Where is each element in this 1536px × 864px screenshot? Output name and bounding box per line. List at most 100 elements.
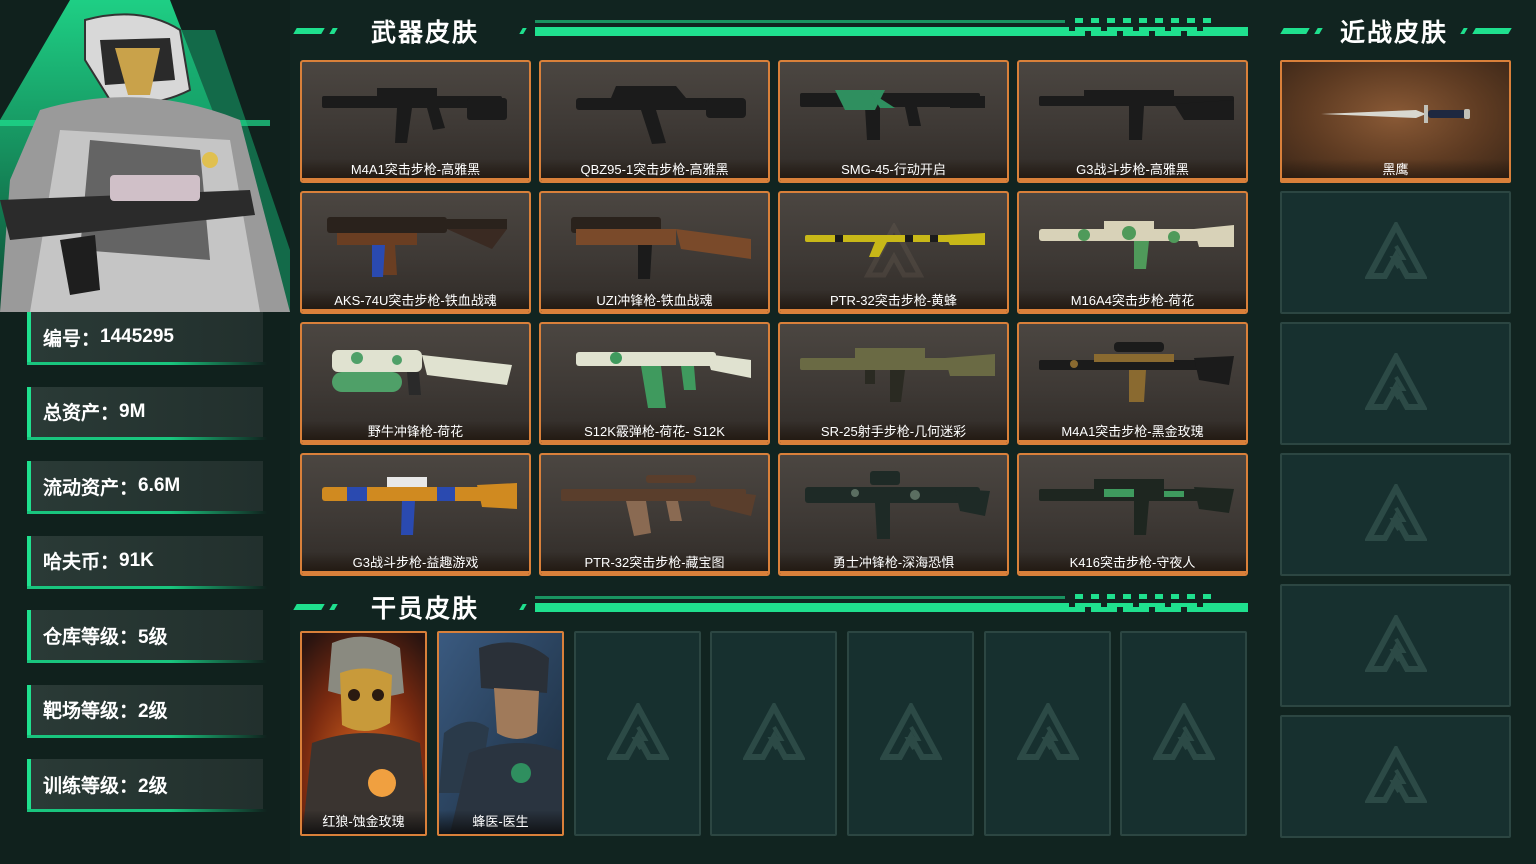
header-dash-decor [329,28,338,34]
weapon-skin-card[interactable]: 野牛冲锋枪-荷花 [300,322,531,445]
bullpup-rifle-icon [576,86,746,144]
checker-pattern-icon [1065,18,1248,36]
rifle-icon [1039,479,1234,535]
header-dash-decor [1280,28,1310,34]
stat-liquid-assets: 流动资产： 6.6M [27,461,267,514]
rarity-bar [541,571,768,574]
rarity-bar [1019,309,1246,312]
brand-logo-icon [1364,745,1427,803]
stat-range-level: 靶场等级： 2级 [27,684,267,738]
checker-pattern-icon [1065,594,1248,612]
rarity-bar [780,571,1007,574]
brand-logo-icon [1016,702,1079,760]
stat-label: 编号： [43,328,101,350]
profile-panel: 编号： 1445295 总资产： 9M 流动资产： 6.6M 哈夫币： 91K … [0,0,290,864]
brand-logo-icon [742,702,805,760]
stat-label: 靶场等级： [43,701,139,722]
weapon-skin-card[interactable]: M16A4突击步枪-荷花 [1017,191,1248,314]
weapon-skin-card[interactable]: AKS-74U突击步枪-铁血战魂 [300,191,531,314]
stat-label: 哈夫币： [43,552,120,573]
stat-value: 5级 [138,626,168,648]
weapon-skin-card[interactable]: K416突击步枪-守夜人 [1017,453,1248,576]
rarity-bar [302,440,529,443]
header-dash-decor [1460,28,1468,34]
smg-icon [805,471,990,539]
operator-skins-row: 红狼-蚀金玫瑰 蜂医-医生 [300,631,1248,836]
melee-skin-card[interactable]: 黑鹰 [1280,60,1511,183]
empty-melee-slot [1280,584,1511,707]
weapon-skin-card[interactable]: UZI冲锋枪-铁血战魂 [539,191,770,314]
weapon-skin-card[interactable]: PTR-32突击步枪-藏宝图 [539,453,770,576]
header-dash-decor [293,604,325,610]
uzi-icon [571,217,751,279]
header-dash-decor [519,28,527,34]
brand-logo-icon [1364,221,1427,279]
header-rail-decor [535,27,1065,36]
rarity-bar [1019,440,1246,443]
weapon-skin-card[interactable]: PTR-32突击步枪-黄蜂 [778,191,1009,314]
rarity-bar [780,178,1007,181]
weapon-skin-card[interactable]: QBZ95-1突击步枪-高雅黑 [539,60,770,183]
rarity-bar [780,440,1007,443]
brand-logo-icon [879,702,942,760]
player-avatar [0,0,290,312]
brand-logo-icon [1364,614,1427,672]
header-rail-decor [535,20,1065,23]
weapon-skins-header: 武器皮肤 [293,16,1248,47]
rarity-bar [1282,178,1509,181]
weapon-skin-card[interactable]: SMG-45-行动开启 [778,60,1009,183]
weapon-skin-card[interactable]: M4A1突击步枪-黑金玫瑰 [1017,322,1248,445]
stat-value: 91K [119,549,154,571]
empty-operator-slot [1120,631,1247,836]
operator-skin-card[interactable]: 红狼-蚀金玫瑰 [300,631,427,836]
rarity-bar [302,571,529,574]
carbine-icon [327,217,507,277]
stat-label: 训练等级： [43,775,139,797]
empty-operator-slot [574,631,701,836]
rarity-bar [780,309,1007,312]
section-title: 武器皮肤 [371,19,480,47]
stat-label: 流动资产： [43,477,139,499]
stat-id: 编号： 1445295 [27,312,267,365]
header-dash-decor [329,604,338,610]
rifle-icon [1039,342,1234,402]
stat-value: 9M [119,400,146,422]
shotgun-icon [576,352,751,408]
rarity-bar [302,178,529,181]
operator-skin-card[interactable]: 蜂医-医生 [437,631,564,836]
marksman-rifle-icon [800,348,995,402]
empty-melee-slot [1280,453,1511,576]
section-title: 干员皮肤 [371,595,480,623]
rarity-bar [541,440,768,443]
brand-logo-icon [1364,352,1427,410]
weapon-skin-card[interactable]: G3战斗步枪-益趣游戏 [300,453,531,576]
rifle-icon [1039,221,1234,269]
operator-skin-name: 红狼-蚀金玫瑰 [302,810,425,834]
weapon-skin-card[interactable]: S12K霰弹枪-荷花- S12K [539,322,770,445]
empty-operator-slot [984,631,1111,836]
weapon-skins-grid: M4A1突击步枪-高雅黑 QBZ95-1突击步枪-高雅黑 SMG-45-行动开启… [300,60,1248,576]
profile-stats: 编号： 1445295 总资产： 9M 流动资产： 6.6M 哈夫币： 91K … [27,312,267,834]
header-dash-decor [1314,28,1323,34]
empty-melee-slot [1280,191,1511,314]
melee-skins-header: 近战皮肤 [1280,16,1512,47]
header-rail-decor [535,603,1065,612]
weapon-skin-card[interactable]: SR-25射手步枪-几何迷彩 [778,322,1009,445]
smg-icon [800,90,985,140]
empty-melee-slot [1280,715,1511,838]
rarity-bar [302,309,529,312]
empty-melee-slot [1280,322,1511,445]
stat-label: 仓库等级： [43,626,139,648]
stat-label: 总资产： [43,403,120,424]
stat-value: 2级 [138,775,168,797]
weapon-skin-card[interactable]: G3战斗步枪-高雅黑 [1017,60,1248,183]
stat-warehouse-level: 仓库等级： 5级 [27,610,267,663]
brand-logo-icon [1152,702,1215,760]
rarity-bar [541,309,768,312]
rarity-bar [1019,571,1246,574]
weapon-skin-card[interactable]: M4A1突击步枪-高雅黑 [300,60,531,183]
rifle-icon [561,475,756,536]
weapon-skin-card[interactable]: 勇士冲锋枪-深海恐惧 [778,453,1009,576]
empty-operator-slot [710,631,837,836]
stat-value: 6.6M [138,475,181,496]
